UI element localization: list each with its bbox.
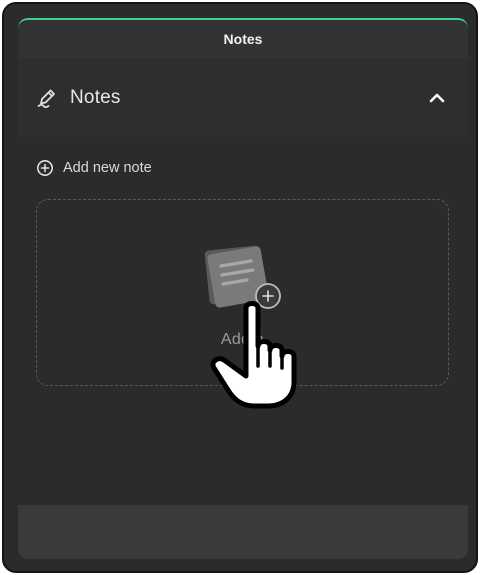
add-new-note-button[interactable]: Add new note: [36, 159, 152, 177]
pen-icon: [37, 89, 55, 108]
notes-stack-icon: [204, 245, 281, 309]
empty-state-text: Add a: [220, 331, 265, 348]
add-new-note-label: Add new note: [63, 160, 152, 176]
chevron-up-icon[interactable]: [428, 89, 446, 107]
app-window: Notes Notes Add new note Add a: [2, 2, 478, 573]
add-note-dropzone[interactable]: Add a: [36, 199, 449, 386]
notes-section-header[interactable]: Notes: [18, 58, 468, 138]
notes-content: Add new note Add a: [18, 139, 468, 505]
panel-footer: [18, 505, 468, 559]
notes-panel: Notes Notes Add new note Add a: [18, 18, 468, 559]
window-title: Notes: [223, 31, 263, 47]
section-title: Notes: [70, 86, 121, 108]
plus-circle-icon: [37, 160, 53, 176]
